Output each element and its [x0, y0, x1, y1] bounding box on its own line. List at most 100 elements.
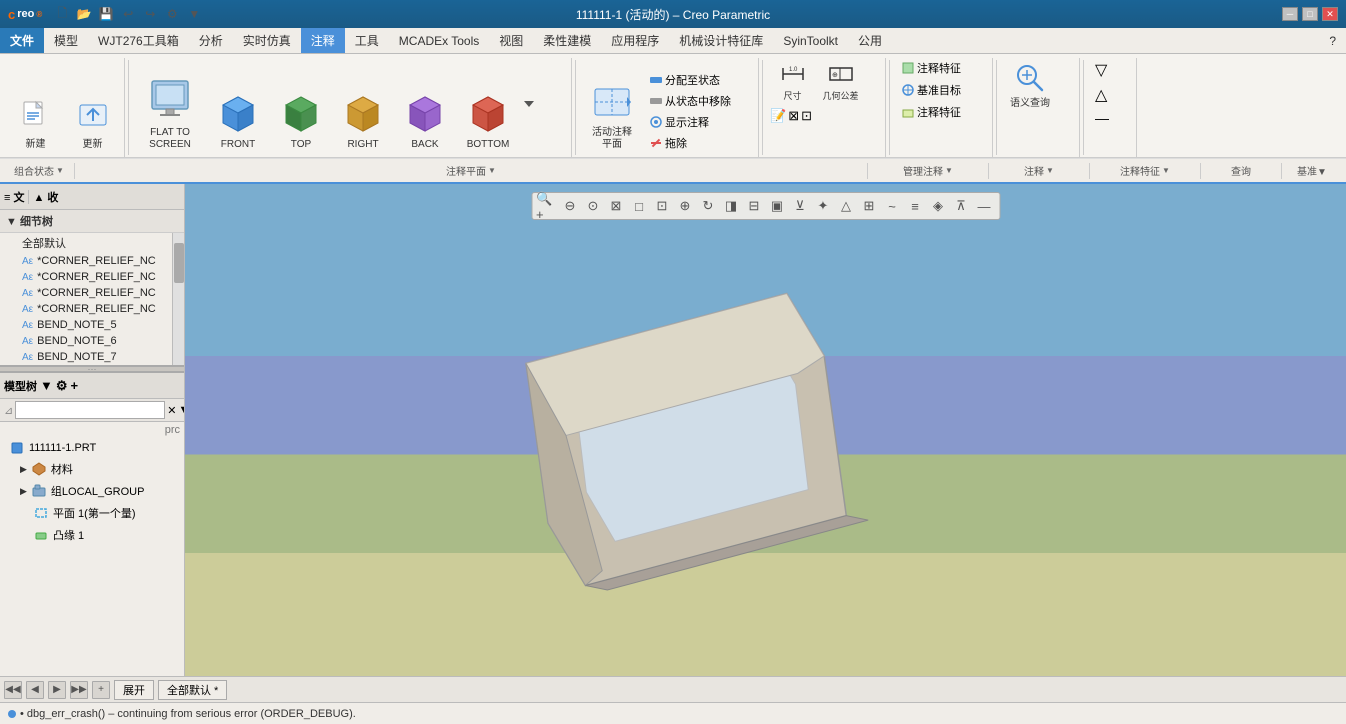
minimize-btn[interactable]: ─ [1282, 7, 1298, 21]
right-btn[interactable]: RIGHT [334, 89, 392, 153]
nav-first-btn[interactable]: ◀◀ [4, 681, 22, 699]
viewport[interactable]: 🔍+ ⊖ ⊙ ⊠ □ ⊡ ⊕ ↻ ◨ ⊟ ▣ ⊻ ✦ △ ⊞ ~ ≡ ◈ ⊼ — [185, 184, 1346, 676]
undo-btn[interactable]: ↩ [118, 4, 138, 24]
default-tag[interactable]: 全部默认 * [158, 680, 227, 700]
menu-syintoolkt[interactable]: SyinToolkt [773, 28, 848, 53]
tree-item-bend5[interactable]: Aε BEND_NOTE_5 [0, 317, 172, 333]
expand-tag[interactable]: 展开 [114, 680, 154, 700]
new-button[interactable]: 新建 [8, 95, 63, 153]
redo-btn[interactable]: ↪ [140, 4, 160, 24]
menu-wjt[interactable]: WJT276工具箱 [88, 28, 189, 53]
model-item-root[interactable]: 111111-1.PRT [0, 438, 184, 458]
model-item-localgroup[interactable]: ▶ 组LOCAL_GROUP [0, 480, 184, 502]
menu-common[interactable]: 公用 [848, 28, 892, 53]
annotation-plane-label[interactable]: 注释平面 ▼ [75, 163, 867, 178]
update-button[interactable]: 更新 [65, 95, 120, 153]
baseline-triangle-btn[interactable]: ▽ [1091, 58, 1111, 82]
csys-btn[interactable]: ⊞ [858, 195, 880, 217]
zoom-fit-btn[interactable]: ⊙ [582, 195, 604, 217]
tree-item-corner3[interactable]: Aε *CORNER_RELIEF_NC [0, 285, 172, 301]
geom-tol-btn[interactable]: ⊕ 几何公差 [818, 58, 863, 104]
menu-flex[interactable]: 柔性建模 [533, 28, 601, 53]
menu-apps[interactable]: 应用程序 [601, 28, 669, 53]
back-btn[interactable]: BACK [396, 89, 454, 153]
model-item-material[interactable]: ▶ 材料 [0, 458, 184, 480]
window-controls[interactable]: ─ □ ✕ [1282, 7, 1338, 21]
shading-btn[interactable]: ◨ [720, 195, 742, 217]
annot-vis-btn[interactable]: ◈ [927, 195, 949, 217]
layer-btn[interactable]: ≡ [904, 195, 926, 217]
tree-settings-icon[interactable]: ⚙ [56, 378, 68, 394]
regen-btn[interactable]: ⚙ [162, 4, 182, 24]
tree-item-bend7[interactable]: Aε BEND_NOTE_7 [0, 349, 172, 365]
query-label[interactable]: 查询 [1201, 163, 1281, 178]
model-item-boss[interactable]: 凸缘 1 [0, 524, 184, 546]
open-btn[interactable]: 📂 [74, 4, 94, 24]
menu-model[interactable]: 模型 [44, 28, 88, 53]
search-dropdown-icon[interactable]: ▼ [178, 404, 184, 416]
top-btn[interactable]: TOP [272, 89, 330, 153]
manage-annotation-label[interactable]: 管理注释 ▼ [868, 163, 988, 178]
annotation-feature-label[interactable]: 注释特征 ▼ [1090, 163, 1200, 178]
search-input[interactable] [15, 401, 165, 419]
menu-simulation[interactable]: 实时仿真 [233, 28, 301, 53]
orient-btn[interactable]: ⊕ [674, 195, 696, 217]
tree-item-default[interactable]: 全部默认 [0, 233, 172, 253]
qa-dropdown[interactable]: ▼ [184, 4, 204, 24]
more-btn[interactable]: — [973, 195, 995, 217]
semantic-query-btn[interactable]: 语义查询 [1004, 58, 1056, 112]
nav-add-btn[interactable]: + [92, 681, 110, 699]
view-dropdown-arrow[interactable] [522, 97, 538, 114]
new-btn[interactable]: 🗋 [52, 4, 72, 24]
wireframe-btn[interactable]: ⊟ [743, 195, 765, 217]
baseline-label[interactable]: 基准▼ [1282, 163, 1342, 178]
view-mgr-btn[interactable]: ⊼ [950, 195, 972, 217]
pan-btn[interactable]: ⊠ [605, 195, 627, 217]
annot-feat-btn[interactable]: 注释特征 [897, 58, 965, 78]
save-btn[interactable]: 💾 [96, 4, 116, 24]
active-annotation-plane-btn[interactable]: 活动注释平面 [583, 77, 641, 153]
menu-view[interactable]: 视图 [489, 28, 533, 53]
tree-item-corner4[interactable]: Aε *CORNER_RELIEF_NC [0, 301, 172, 317]
section-btn[interactable]: ⊻ [789, 195, 811, 217]
remove-btn[interactable]: 拖除 [645, 133, 735, 153]
zoom-window-btn[interactable]: □ [628, 195, 650, 217]
detail-tree-header[interactable]: ▼ 细节树 [0, 210, 184, 233]
nav-last-btn[interactable]: ▶▶ [70, 681, 88, 699]
xsec-btn[interactable]: ✦ [812, 195, 834, 217]
front-btn[interactable]: FRONT [208, 89, 268, 153]
distribute-btn[interactable]: 分配至状态 [645, 70, 735, 90]
tree-item-corner2[interactable]: Aε *CORNER_RELIEF_NC [0, 269, 172, 285]
zoom-out-btn[interactable]: ⊖ [559, 195, 581, 217]
edge-btn[interactable]: ▣ [766, 195, 788, 217]
nav-prev-btn[interactable]: ◀ [26, 681, 44, 699]
flat-to-screen-btn[interactable]: FLAT TOSCREEN [136, 71, 204, 153]
saved-views-btn[interactable]: ⊡ [651, 195, 673, 217]
help-btn[interactable]: ? [1319, 28, 1346, 53]
search-clear-icon[interactable]: ✕ [167, 404, 176, 417]
baseline-up-btn[interactable]: △ [1091, 83, 1111, 107]
panel-separator[interactable]: ··· [0, 365, 184, 373]
datum-btn[interactable]: △ [835, 195, 857, 217]
menu-annotation[interactable]: 注释 [301, 28, 345, 53]
close-btn[interactable]: ✕ [1322, 7, 1338, 21]
tree-item-corner1[interactable]: Aε *CORNER_RELIEF_NC [0, 253, 172, 269]
filter-icon[interactable]: ▼ [40, 378, 53, 393]
annotation-label[interactable]: 注释 ▼ [989, 163, 1089, 178]
show-annotation-btn[interactable]: 显示注释 [645, 112, 735, 132]
zoom-in-btn[interactable]: 🔍+ [536, 195, 558, 217]
lp-tab-text[interactable]: ≡ 文 [4, 189, 24, 205]
tree-item-bend6[interactable]: Aε BEND_NOTE_6 [0, 333, 172, 349]
dimension-btn[interactable]: 1.0 尺寸 [770, 58, 815, 104]
nav-next-btn[interactable]: ▶ [48, 681, 66, 699]
tree-add-icon[interactable]: + [71, 378, 79, 393]
scroll-bar-v[interactable] [172, 233, 184, 365]
maximize-btn[interactable]: □ [1302, 7, 1318, 21]
spin-filter-btn[interactable]: ~ [881, 195, 903, 217]
base-target-btn[interactable]: 基准目标 [897, 80, 965, 100]
menu-analysis[interactable]: 分析 [189, 28, 233, 53]
state-group-label[interactable]: 组合状态 ▼ [4, 163, 74, 178]
move-from-state-btn[interactable]: 从状态中移除 [645, 91, 735, 111]
menu-file[interactable]: 文件 [0, 28, 44, 53]
bottom-btn[interactable]: BOTTOM [458, 89, 518, 153]
